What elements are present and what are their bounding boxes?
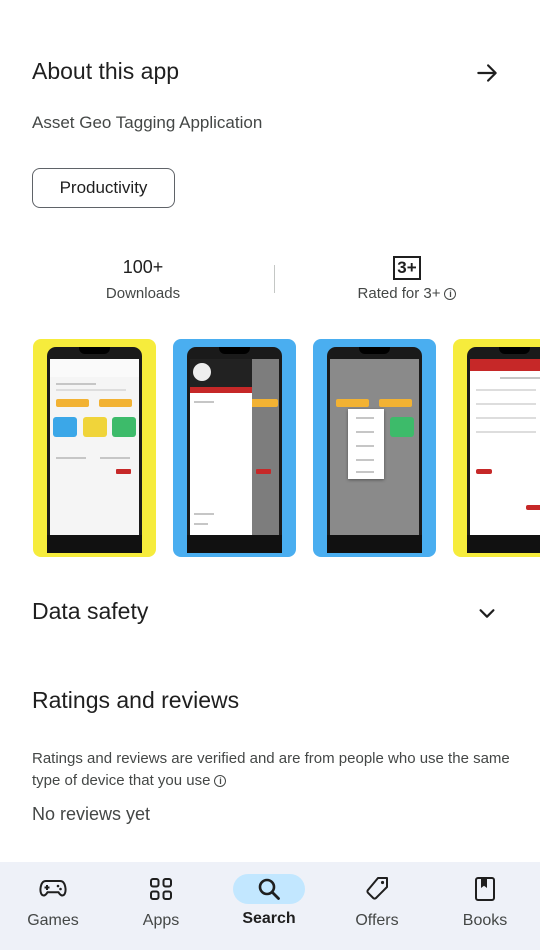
nav-search[interactable]: Search — [224, 874, 314, 928]
ratings-description-text: Ratings and reviews are verified and are… — [32, 750, 510, 789]
nav-games[interactable]: Games — [8, 876, 98, 930]
apps-grid-icon — [150, 878, 172, 900]
phone-frame — [467, 347, 540, 553]
nav-books[interactable]: Books — [440, 876, 530, 930]
downloads-stat: 100+ Downloads — [43, 255, 243, 302]
nav-label: Search — [242, 910, 296, 927]
bookmark-icon — [475, 877, 495, 901]
screenshot-4[interactable] — [453, 339, 540, 557]
nav-label: Apps — [142, 912, 180, 929]
gamepad-icon — [39, 880, 67, 897]
ratings-description: Ratings and reviews are verified and are… — [32, 748, 512, 792]
nav-offers[interactable]: Offers — [332, 876, 422, 930]
phone-frame — [327, 347, 422, 553]
downloads-value: 100+ — [122, 257, 164, 277]
ratings-title: Ratings and reviews — [32, 687, 240, 713]
nav-label: Games — [27, 912, 79, 929]
tag-icon — [366, 877, 388, 900]
info-icon[interactable]: i — [214, 775, 227, 787]
active-indicator — [233, 874, 305, 904]
nav-label: Books — [462, 912, 508, 929]
no-reviews-text: No reviews yet — [32, 804, 151, 824]
rating-badge: 3+ — [393, 256, 421, 280]
about-title: About this app — [32, 58, 180, 84]
content-rating-stat[interactable]: 3+ Rated for 3+ i — [307, 255, 507, 302]
phone-frame — [187, 347, 282, 553]
screenshot-2[interactable] — [173, 339, 296, 557]
data-safety-title[interactable]: Data safety — [32, 598, 148, 625]
category-chip[interactable]: Productivity — [32, 168, 175, 208]
screenshot-3[interactable] — [313, 339, 436, 557]
stat-divider — [274, 265, 275, 293]
phone-frame — [47, 347, 142, 553]
nav-label: Offers — [355, 912, 399, 929]
bottom-navigation: Games Apps Search Offers Books — [0, 862, 540, 950]
search-icon — [258, 878, 280, 900]
chevron-down-icon[interactable] — [476, 602, 498, 624]
rating-label: Rated for 3+ — [357, 285, 441, 302]
info-icon: i — [444, 288, 457, 300]
screenshot-1[interactable] — [33, 339, 156, 557]
arrow-right-icon[interactable] — [474, 60, 500, 86]
downloads-label: Downloads — [105, 285, 181, 302]
app-description: Asset Geo Tagging Application — [32, 113, 263, 132]
nav-apps[interactable]: Apps — [116, 876, 206, 930]
